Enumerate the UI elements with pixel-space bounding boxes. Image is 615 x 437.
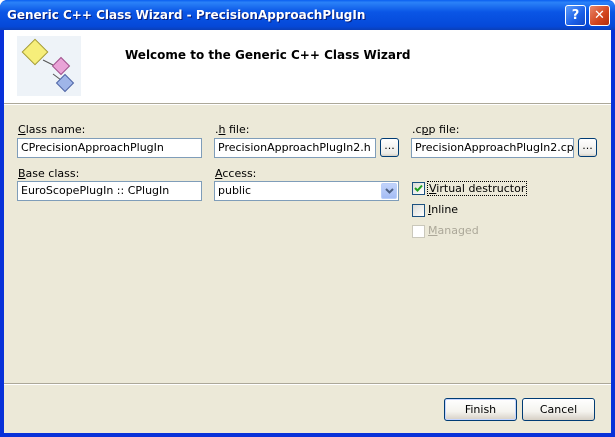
class-name-input[interactable]: CPrecisionApproachPlugIn	[17, 138, 202, 158]
h-file-input[interactable]: PrecisionApproachPlugIn2.h	[214, 138, 376, 158]
cpp-file-label: .cpp file:	[412, 123, 460, 136]
inline-label[interactable]: Inline	[428, 203, 458, 216]
access-select-value: public	[218, 184, 252, 197]
footer-separator-highlight	[4, 384, 611, 385]
cancel-button[interactable]: Cancel	[522, 398, 595, 421]
cpp-file-browse-button[interactable]: ...	[578, 138, 597, 157]
chevron-down-icon[interactable]	[381, 183, 397, 199]
wizard-banner: Welcome to the Generic C++ Class Wizard	[4, 30, 611, 104]
checkmark-icon	[414, 184, 423, 192]
access-select[interactable]: public	[214, 181, 399, 201]
dialog-client: Welcome to the Generic C++ Class Wizard …	[4, 30, 611, 433]
help-button[interactable]: ?	[565, 5, 586, 26]
finish-button[interactable]: Finish	[444, 398, 517, 421]
h-file-label: .h file:	[215, 123, 250, 136]
inline-checkbox[interactable]	[412, 204, 425, 217]
wizard-graphic-icon	[17, 36, 81, 96]
class-name-label: Class name:	[18, 123, 86, 136]
virtual-destructor-label[interactable]: Virtual destructor	[427, 181, 528, 196]
cpp-file-input[interactable]: PrecisionApproachPlugIn2.cpp	[411, 138, 574, 158]
managed-checkbox	[412, 225, 425, 238]
access-label: Access:	[215, 167, 257, 180]
title-bar[interactable]: Generic C++ Class Wizard - PrecisionAppr…	[0, 0, 615, 30]
h-file-browse-button[interactable]: ...	[380, 138, 399, 157]
close-button[interactable]: ✕	[589, 5, 610, 26]
managed-label: Managed	[428, 224, 479, 237]
banner-title: Welcome to the Generic C++ Class Wizard	[125, 48, 411, 62]
base-class-input[interactable]: EuroScopePlugIn :: CPlugIn	[17, 181, 202, 201]
base-class-label: Base class:	[18, 167, 80, 180]
virtual-destructor-checkbox[interactable]	[412, 182, 425, 195]
window-title: Generic C++ Class Wizard - PrecisionAppr…	[7, 8, 366, 22]
wizard-window: Generic C++ Class Wizard - PrecisionAppr…	[0, 0, 615, 437]
banner-divider	[4, 104, 611, 105]
